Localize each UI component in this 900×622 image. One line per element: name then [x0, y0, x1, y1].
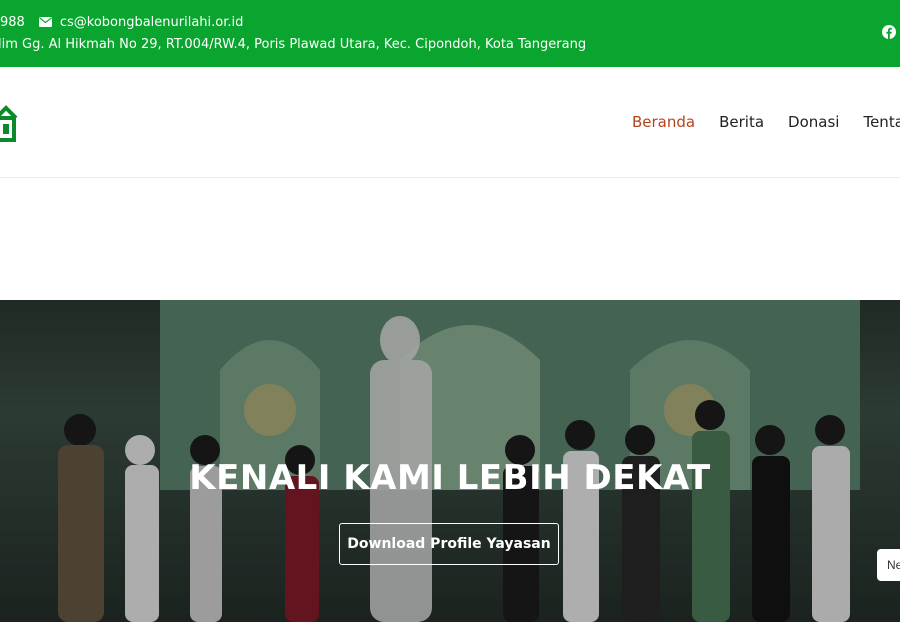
site-logo[interactable]	[0, 104, 18, 142]
download-profile-button[interactable]: Download Profile Yayasan	[339, 523, 559, 565]
nav-item-donasi[interactable]: Donasi	[788, 113, 839, 131]
facebook-icon[interactable]	[882, 25, 896, 39]
contact-row: 988 cs@kobongbalenurilahi.or.id	[0, 13, 243, 31]
hero-heading: KENALI KAMI LEBIH DEKAT	[189, 458, 711, 498]
site-header: Beranda Berita Donasi Tenta	[0, 67, 900, 178]
top-info-bar: 988 cs@kobongbalenurilahi.or.id lim Gg. …	[0, 0, 900, 67]
email-link[interactable]: cs@kobongbalenurilahi.or.id	[60, 15, 244, 30]
nav-item-tentang[interactable]: Tenta	[863, 113, 900, 131]
hero-banner: KENALI KAMI LEBIH DEKAT Download Profile…	[0, 300, 900, 622]
address-text: lim Gg. Al Hikmah No 29, RT.004/RW.4, Po…	[0, 37, 587, 52]
main-nav: Beranda Berita Donasi Tenta	[632, 113, 900, 131]
phone-number[interactable]: 988	[0, 15, 25, 30]
nav-item-berita[interactable]: Berita	[719, 113, 764, 131]
nav-item-beranda[interactable]: Beranda	[632, 113, 695, 131]
envelope-icon	[38, 17, 52, 27]
side-floating-tab[interactable]: Ne	[877, 549, 900, 581]
